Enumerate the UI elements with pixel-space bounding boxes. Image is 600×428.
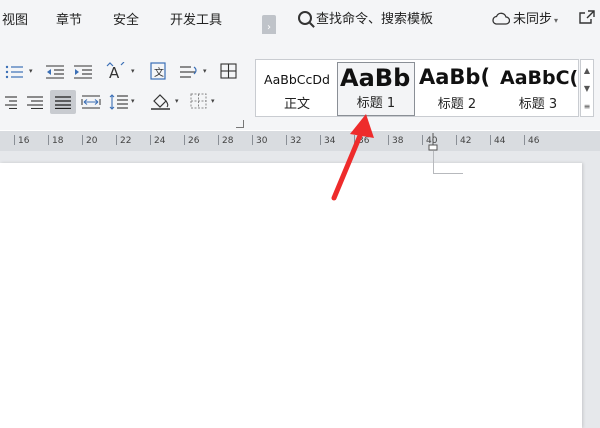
change-case-icon[interactable]: A bbox=[104, 61, 130, 81]
svg-text:A: A bbox=[109, 64, 120, 80]
ruler-label: 38 bbox=[392, 136, 404, 146]
ruler-tick bbox=[422, 135, 423, 145]
ruler-label: 22 bbox=[120, 136, 132, 146]
ruler-tick bbox=[286, 135, 287, 145]
command-search[interactable]: 查找命令、搜索模板 bbox=[298, 8, 433, 28]
style-name: 正文 bbox=[283, 97, 310, 112]
sync-status-button[interactable]: 未同步 ▾ bbox=[492, 8, 558, 27]
ruler-label: 42 bbox=[460, 136, 472, 146]
align-center-icon[interactable] bbox=[24, 92, 46, 112]
bullet-list-icon[interactable] bbox=[4, 62, 26, 82]
style-gallery: AaBbCcDd 正文 AaBb 标题 1 AaBb( 标题 2 AaBbC( … bbox=[255, 59, 579, 117]
line-spacing-icon[interactable] bbox=[108, 92, 130, 112]
ruler-label: 24 bbox=[154, 136, 166, 146]
ruler-label: 32 bbox=[290, 136, 302, 146]
ruler-tick bbox=[48, 135, 49, 145]
scroll-up-icon[interactable]: ▲ bbox=[581, 66, 593, 75]
horizontal-ruler[interactable]: 16 18 20 22 24 26 28 30 32 34 36 38 40 42 44 46 bbox=[0, 131, 600, 151]
ruler-tick bbox=[184, 135, 185, 145]
menu-developer-tools[interactable]: 开发工具 bbox=[170, 9, 222, 28]
menu-security[interactable]: 安全 bbox=[113, 9, 139, 28]
shading-icon[interactable] bbox=[150, 91, 172, 111]
style-gallery-scroll[interactable]: ▲ ▼ ≡ bbox=[580, 59, 594, 117]
style-heading-1[interactable]: AaBb 标题 1 bbox=[337, 62, 415, 116]
ruler-label: 30 bbox=[256, 136, 268, 146]
borders-caret-icon[interactable]: ▾ bbox=[211, 97, 215, 105]
ruler-label: 16 bbox=[18, 136, 30, 146]
ruler-label: 28 bbox=[222, 136, 234, 146]
share-icon[interactable] bbox=[578, 9, 596, 25]
style-name: 标题 3 bbox=[518, 97, 558, 112]
ruler-tick bbox=[218, 135, 219, 145]
style-heading-3[interactable]: AaBbC( 标题 3 bbox=[498, 62, 578, 116]
ruler-label: 18 bbox=[52, 136, 64, 146]
margin-corner-mark bbox=[433, 173, 463, 174]
text-direction-icon[interactable] bbox=[178, 62, 200, 82]
change-case-caret-icon[interactable]: ▾ bbox=[131, 67, 135, 75]
indent-marker-icon[interactable] bbox=[428, 133, 438, 151]
style-name: 标题 2 bbox=[437, 97, 477, 112]
ruler-tick bbox=[252, 135, 253, 145]
ruler-label: 20 bbox=[86, 136, 98, 146]
ruler-tick bbox=[320, 135, 321, 145]
scroll-down-icon[interactable]: ▼ bbox=[581, 84, 593, 93]
search-icon bbox=[298, 11, 312, 25]
margin-corner-mark bbox=[433, 151, 434, 173]
style-normal[interactable]: AaBbCcDd 正文 bbox=[258, 62, 336, 116]
cloud-sync-icon bbox=[492, 12, 510, 25]
ruler-tick bbox=[150, 135, 151, 145]
borders-icon[interactable] bbox=[188, 91, 210, 111]
gallery-more-icon[interactable]: ≡ bbox=[581, 102, 593, 111]
document-page[interactable] bbox=[0, 163, 582, 428]
decrease-indent-icon[interactable] bbox=[44, 62, 66, 82]
ruler-label: 46 bbox=[528, 136, 540, 146]
bullet-list-caret-icon[interactable]: ▾ bbox=[29, 67, 33, 75]
ruler-tick bbox=[456, 135, 457, 145]
ruler-tick bbox=[116, 135, 117, 145]
ruler-label: 26 bbox=[188, 136, 200, 146]
ruler-tick bbox=[524, 135, 525, 145]
ruler-tick bbox=[490, 135, 491, 145]
increase-indent-icon[interactable] bbox=[72, 62, 94, 82]
style-sample: AaBb bbox=[340, 64, 411, 92]
table-grid-icon[interactable] bbox=[218, 61, 240, 81]
style-heading-2[interactable]: AaBb( 标题 2 bbox=[417, 62, 497, 116]
search-label: 查找命令、搜索模板 bbox=[316, 12, 434, 27]
paragraph-settings-launcher-icon[interactable] bbox=[236, 120, 244, 128]
svg-text:文: 文 bbox=[154, 66, 164, 79]
sync-label: 未同步 bbox=[513, 12, 553, 27]
style-name: 标题 1 bbox=[356, 96, 396, 111]
document-canvas bbox=[0, 151, 600, 428]
distributed-align-icon[interactable] bbox=[80, 92, 102, 112]
ruler-label: 34 bbox=[324, 136, 336, 146]
style-sample: AaBb( bbox=[419, 65, 491, 89]
ruler-tick bbox=[14, 135, 15, 145]
ruler-label: 44 bbox=[494, 136, 506, 146]
ruler-tick bbox=[388, 135, 389, 145]
align-right-icon[interactable] bbox=[2, 92, 18, 112]
menu-chapter[interactable]: 章节 bbox=[56, 9, 82, 28]
style-sample: AaBbC( bbox=[500, 67, 578, 89]
shading-caret-icon[interactable]: ▾ bbox=[175, 97, 179, 105]
ruler-tick bbox=[354, 135, 355, 145]
menu-view[interactable]: 视图 bbox=[2, 9, 28, 28]
ruler-label: 36 bbox=[358, 136, 370, 146]
sync-caret-icon: ▾ bbox=[554, 16, 559, 25]
more-tabs-glyph: › bbox=[267, 22, 271, 33]
ruler-tick bbox=[82, 135, 83, 145]
text-direction-caret-icon[interactable]: ▾ bbox=[203, 67, 207, 75]
justify-icon[interactable] bbox=[50, 90, 76, 114]
menu-bar: 视图 章节 安全 开发工具 › 查找命令、搜索模板 未同步 ▾ bbox=[0, 0, 600, 41]
phonetic-guide-icon[interactable]: 文 bbox=[148, 61, 170, 81]
line-spacing-caret-icon[interactable]: ▾ bbox=[131, 97, 135, 105]
style-sample: AaBbCcDd bbox=[264, 72, 330, 87]
